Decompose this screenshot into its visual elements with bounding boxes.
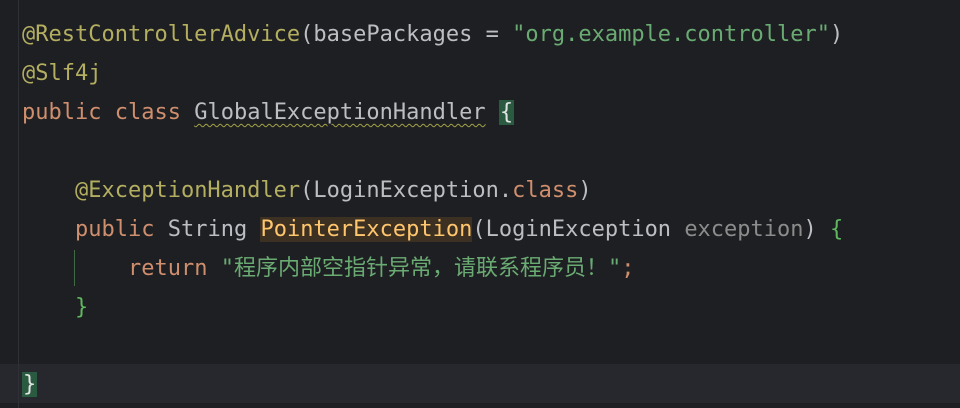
method-open-brace: {: [830, 217, 844, 242]
gutter-separator: [18, 0, 19, 408]
type-name: LoginException: [313, 178, 499, 203]
matched-close-brace: }: [22, 372, 38, 397]
code-line-2[interactable]: @Slf4j: [22, 54, 101, 93]
method-name[interactable]: PointerException: [260, 217, 473, 242]
annotation-slf4j: @Slf4j: [22, 61, 102, 86]
close-paren: ): [578, 178, 592, 203]
string-literal: "程序内部空指针异常，请联系程序员！": [220, 256, 622, 281]
attribute-name: basePackages: [313, 22, 473, 47]
code-line-5[interactable]: @ExceptionHandler(LoginException.class): [22, 171, 592, 210]
code-line-10[interactable]: }: [22, 365, 38, 404]
current-line-highlight: [0, 364, 960, 403]
open-paren: (: [300, 22, 314, 47]
semicolon: ;: [621, 256, 635, 281]
method-close-brace: }: [74, 295, 89, 320]
close-paren: ): [830, 22, 844, 47]
class-name[interactable]: GlobalExceptionHandler: [194, 100, 485, 125]
string-literal: "org.example.controller": [512, 22, 830, 47]
code-line-7[interactable]: return "程序内部空指针异常，请联系程序员！";: [22, 249, 634, 288]
keyword-return: return: [127, 256, 208, 281]
keyword-class: class: [512, 178, 579, 203]
code-line-1[interactable]: @RestControllerAdvice(basePackages = "or…: [22, 15, 843, 54]
annotation-rest-controller-advice: @RestControllerAdvice: [22, 22, 301, 47]
open-paren: (: [300, 178, 314, 203]
param-type: LoginException: [485, 217, 672, 242]
code-line-6[interactable]: public String PointerException(LoginExce…: [22, 210, 843, 249]
code-line-8[interactable]: }: [22, 288, 88, 327]
keyword-public: public: [74, 217, 155, 242]
equals-sign: =: [472, 22, 513, 47]
code-line-3[interactable]: public class GlobalExceptionHandler {: [22, 93, 515, 132]
code-editor[interactable]: @RestControllerAdvice(basePackages = "or…: [0, 0, 960, 408]
open-paren: (: [472, 217, 486, 242]
annotation-exception-handler: @ExceptionHandler: [74, 178, 301, 203]
dot: .: [498, 178, 513, 203]
keyword-public: public: [22, 100, 102, 125]
matched-open-brace: {: [498, 100, 515, 125]
keyword-class: class: [114, 100, 181, 125]
param-name: exception: [684, 217, 804, 242]
return-type: String: [167, 217, 248, 242]
close-paren: ): [803, 217, 817, 242]
